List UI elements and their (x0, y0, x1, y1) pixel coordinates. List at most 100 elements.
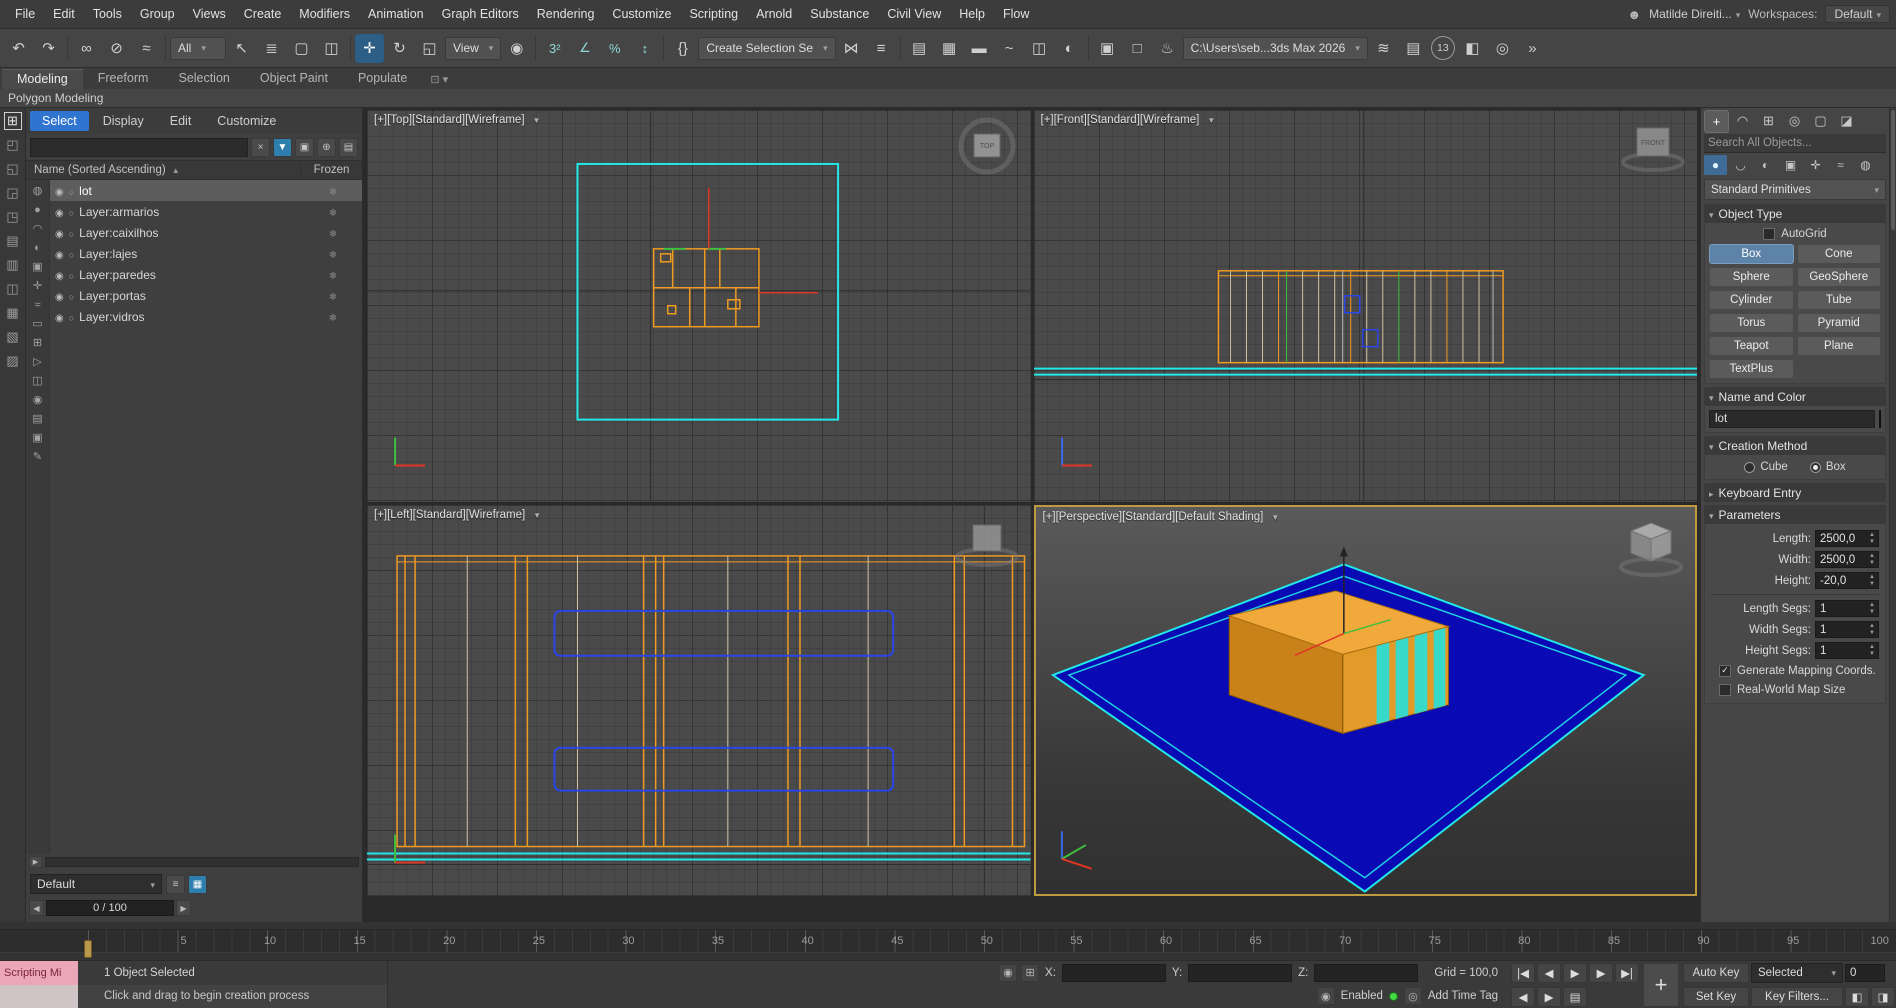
bind-to-space-warp-icon[interactable]: ≈ (132, 34, 161, 63)
undo-icon[interactable]: ↶ (4, 34, 33, 63)
spinner-arrows-icon[interactable] (1866, 601, 1878, 616)
add-time-tag-label[interactable]: Add Time Tag (1428, 990, 1498, 1002)
menu-item[interactable]: Modifiers (290, 7, 359, 21)
layout-preset-icon-10[interactable]: ▨ (5, 353, 21, 369)
percent-snap-icon[interactable]: % (600, 34, 629, 63)
primitive-button[interactable]: Pyramid (1797, 313, 1882, 333)
visibility-eye-icon[interactable] (55, 310, 64, 324)
frozen-snowflake-icon[interactable] (304, 184, 362, 198)
motion-tab-icon[interactable]: ◎ (1783, 111, 1806, 132)
creation-method-rollout-header[interactable]: Creation Method (1704, 436, 1886, 455)
parameter-spinner-field[interactable]: -20,0 (1815, 572, 1879, 589)
shortcut-override-icon[interactable]: ▤ (1563, 987, 1587, 1007)
viewport-top[interactable]: [+][Top][Standard][Wireframe] (367, 110, 1031, 502)
target-icon[interactable]: ◎ (1488, 34, 1517, 63)
timeline-ruler[interactable]: 5101520253035404550556065707580859095100 (0, 929, 1896, 953)
primitive-button[interactable]: TextPlus (1709, 359, 1794, 379)
go-to-start-button[interactable]: |◀ (1511, 963, 1535, 983)
render-toggle-icon[interactable] (69, 289, 74, 303)
menu-item[interactable]: Tools (84, 7, 131, 21)
spinner-snap-icon[interactable]: ↕ (630, 34, 659, 63)
scene-explorer-tab[interactable]: Select (30, 111, 89, 131)
hscroll-right-arrow[interactable]: ▶ (29, 856, 42, 868)
viewport-front[interactable]: [+][Front][Standard][Wireframe] (1034, 110, 1698, 502)
viewcube[interactable] (1615, 513, 1687, 581)
ribbon-tab[interactable]: Populate (343, 69, 422, 89)
render-toggle-icon[interactable] (69, 226, 74, 240)
workspace-dropdown[interactable]: Default (1825, 5, 1890, 23)
Layer:paredes[interactable]: Layer:paredes (50, 264, 362, 285)
glass-panel[interactable] (1414, 632, 1427, 714)
auto-key-button[interactable]: Auto Key (1683, 963, 1749, 983)
select-and-place-icon[interactable]: ◉ (502, 34, 531, 63)
layout-preset-icon-2[interactable]: ◱ (5, 161, 21, 177)
lock-explorer-icon[interactable]: ▣ (295, 138, 314, 157)
overflow-icon[interactable]: » (1518, 34, 1547, 63)
frozen-snowflake-icon[interactable] (304, 310, 362, 324)
top-viewport-canvas[interactable] (367, 110, 1031, 502)
pick-parent-icon[interactable]: ✎ (30, 449, 45, 464)
visibility-eye-icon[interactable] (55, 184, 64, 198)
glass-panel[interactable] (1433, 627, 1445, 708)
ribbon-tab[interactable]: Modeling (2, 69, 83, 89)
window-band[interactable] (554, 747, 893, 790)
creation-method-radio[interactable]: Cube (1744, 461, 1788, 473)
show-helpers-icon[interactable]: ✛ (30, 278, 45, 293)
render-setup-icon[interactable]: ▣ (1093, 34, 1122, 63)
systems-category-icon[interactable]: ◍ (1854, 155, 1877, 175)
object-name-field[interactable] (1709, 410, 1875, 428)
render-toggle-icon[interactable] (69, 205, 74, 219)
render-production-icon[interactable]: ♨ (1153, 34, 1182, 63)
scene-explorer-tab[interactable]: Display (91, 111, 156, 131)
window-crossing-icon[interactable]: ◫ (317, 34, 346, 63)
prev-key-button[interactable]: ◀ (1511, 987, 1535, 1007)
spinner-arrows-icon[interactable] (1866, 622, 1878, 637)
viewport-left-label[interactable]: [+][Left][Standard][Wireframe] (374, 509, 525, 521)
object-color-swatch[interactable] (1879, 410, 1881, 428)
spinner-arrows-icon[interactable] (1866, 552, 1878, 567)
geometry-category-icon[interactable]: ● (1704, 155, 1727, 175)
key-filters-button[interactable]: Key Filters... (1751, 987, 1843, 1007)
left-viewport-canvas[interactable] (367, 505, 1031, 897)
layout-preset-icon-1[interactable]: ◰ (5, 137, 21, 153)
show-containers-icon[interactable]: ◫ (30, 373, 45, 388)
autogrid-checkbox[interactable] (1763, 228, 1775, 240)
shapes-category-icon[interactable]: ◡ (1729, 155, 1752, 175)
frozen-snowflake-icon[interactable] (304, 289, 362, 303)
spacewarps-category-icon[interactable]: ≈ (1829, 155, 1852, 175)
project-folder-dropdown[interactable]: C:\Users\seb...3ds Max 2026 (1183, 37, 1368, 60)
render-toggle-icon[interactable] (69, 184, 74, 198)
explorer-options-icon[interactable]: ▤ (339, 138, 358, 157)
create-tab-icon[interactable]: + (1705, 111, 1728, 132)
command-panel-scrollbar[interactable] (1889, 108, 1896, 922)
viewport-filter-icon[interactable] (533, 509, 541, 521)
frozen-snowflake-icon[interactable] (304, 205, 362, 219)
ribbon-tab[interactable]: Selection (163, 69, 244, 89)
viewport-filter-icon[interactable] (1271, 511, 1279, 523)
schematic-view-icon[interactable]: ◫ (1025, 34, 1054, 63)
menu-item[interactable]: Arnold (747, 7, 801, 21)
object-type-rollout-header[interactable]: Object Type (1704, 204, 1886, 223)
menu-item[interactable]: Civil View (878, 7, 950, 21)
viewcube[interactable] (951, 511, 1023, 575)
mirror-icon[interactable]: ⋈ (837, 34, 866, 63)
visibility-eye-icon[interactable] (55, 268, 64, 282)
time-tag-icon[interactable]: ◎ (1404, 987, 1422, 1005)
viewport-layout-tab-icon[interactable]: ⊞ (5, 113, 21, 129)
sync-selection-icon[interactable]: ⊕ (317, 138, 336, 157)
glass-panel[interactable] (1376, 642, 1389, 724)
current-frame-field[interactable] (1845, 964, 1885, 982)
object-search-input[interactable] (1704, 134, 1886, 153)
adaptive-degradation-icon[interactable]: ◉ (1317, 987, 1335, 1005)
select-and-move-icon[interactable]: ✛ (355, 34, 384, 63)
building-plan[interactable] (654, 249, 759, 327)
show-cameras-icon[interactable]: ▣ (30, 259, 45, 274)
primitive-family-dropdown[interactable]: Standard Primitives (1704, 179, 1886, 200)
show-spacewarps-icon[interactable]: ≈ (30, 297, 45, 312)
window-frame[interactable] (1344, 296, 1359, 313)
visibility-eye-icon[interactable] (55, 205, 64, 219)
viewport-filter-icon[interactable] (1207, 114, 1215, 126)
curve-editor-icon[interactable]: ~ (995, 34, 1024, 63)
building-elevation[interactable] (1218, 271, 1503, 363)
selection-filter-dropdown[interactable]: All (170, 37, 226, 60)
